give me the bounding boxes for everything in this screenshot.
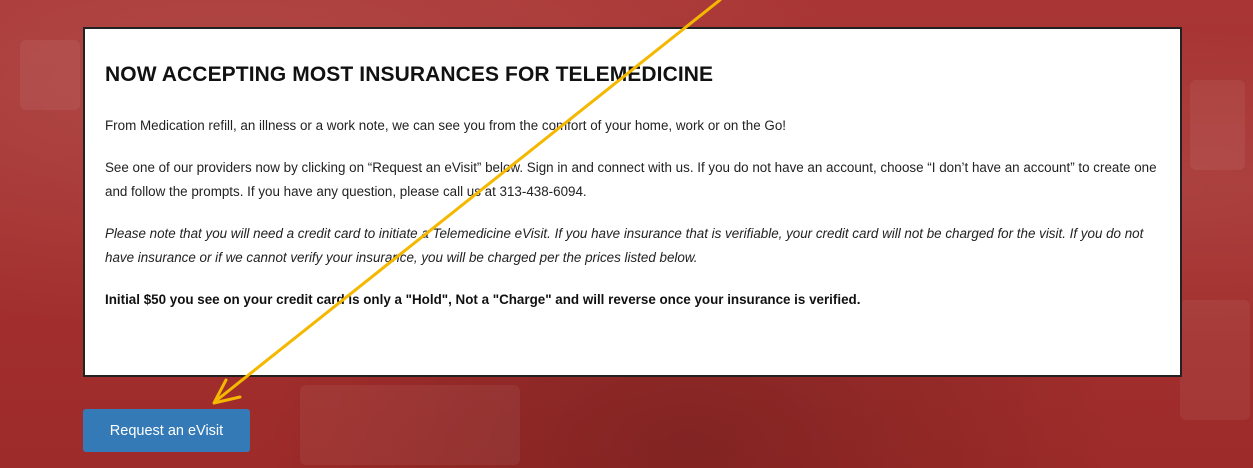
card-heading: NOW ACCEPTING MOST INSURANCES FOR TELEME… (105, 63, 714, 86)
intro-paragraph: From Medication refill, an illness or a … (105, 118, 786, 133)
background-decor (1190, 80, 1245, 170)
insurance-info-card: NOW ACCEPTING MOST INSURANCES FOR TELEME… (83, 27, 1182, 377)
hold-notice: Initial $50 you see on your credit card … (105, 292, 861, 307)
request-evisit-button[interactable]: Request an eVisit (83, 409, 250, 452)
instructions-paragraph: See one of our providers now by clicking… (105, 160, 1157, 199)
credit-card-note: Please note that you will need a credit … (105, 226, 1144, 265)
background-decor (1180, 300, 1250, 420)
background-decor (300, 385, 520, 465)
background-decor (20, 40, 80, 110)
